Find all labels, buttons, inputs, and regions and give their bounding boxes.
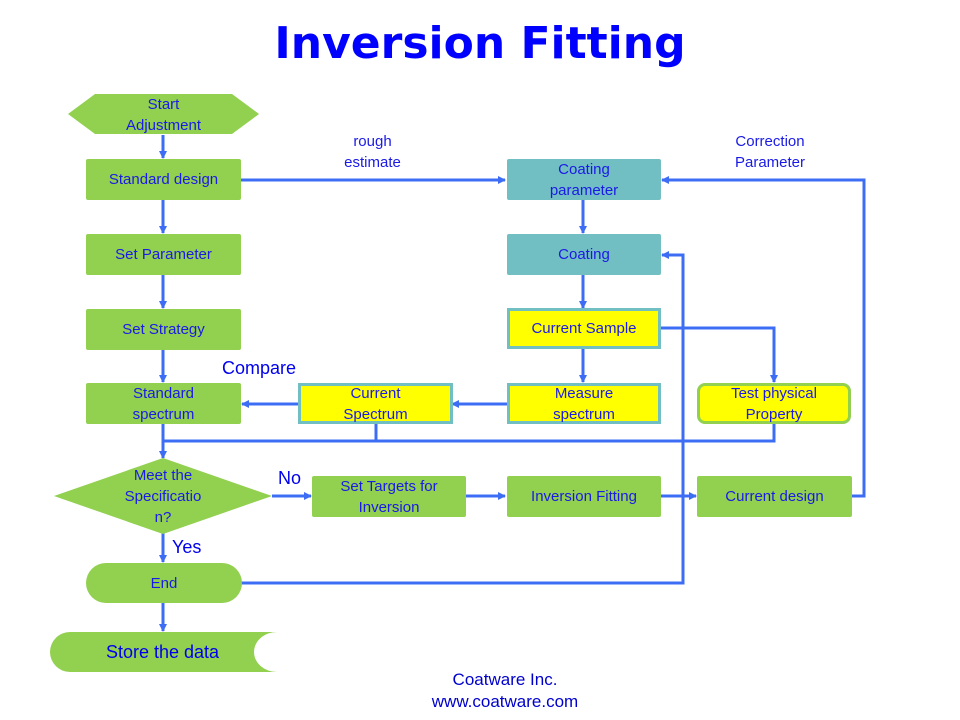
- inversion-fitting-node: Inversion Fitting: [507, 476, 661, 517]
- footer-company: Coatware Inc.: [452, 670, 558, 689]
- coating-node: Coating: [507, 234, 661, 275]
- test-physical-property-node: Test physical Property: [697, 383, 851, 424]
- set-parameter-node: Set Parameter: [86, 234, 241, 275]
- decision-node: Meet the Specificatio n?: [124, 466, 202, 526]
- set-strategy-node: Set Strategy: [86, 309, 241, 350]
- measure-spectrum-node: Measure spectrum: [507, 383, 661, 424]
- set-targets-node: Set Targets for Inversion: [312, 476, 466, 517]
- end-node: End: [86, 563, 242, 603]
- current-sample-node: Current Sample: [507, 308, 661, 349]
- footer-url[interactable]: www.coatware.com: [355, 690, 655, 713]
- standard-design-node: Standard design: [86, 159, 241, 200]
- standard-spectrum-node: Standard spectrum: [86, 383, 241, 424]
- flowchart-canvas: Inversion Fitting Start Adjustment Stand…: [0, 0, 960, 720]
- store-data-node: Store the data: [105, 641, 220, 662]
- start-adjustment-node: Start Adjustment: [125, 95, 202, 134]
- yes-label: Yes: [172, 537, 202, 557]
- rough-estimate-label: rough estimate: [344, 133, 401, 171]
- coating-parameter-node: Coating parameter: [507, 159, 661, 200]
- no-label: No: [278, 468, 302, 488]
- correction-parameter-label: Correction Parameter: [734, 133, 806, 171]
- arrow-current-design-to-coating-parameter: [661, 176, 866, 498]
- compare-label: Compare: [222, 358, 297, 378]
- current-design-node: Current design: [697, 476, 852, 517]
- arrow-current-sample-to-test: [660, 326, 778, 383]
- current-spectrum-node: Current Spectrum: [298, 383, 453, 424]
